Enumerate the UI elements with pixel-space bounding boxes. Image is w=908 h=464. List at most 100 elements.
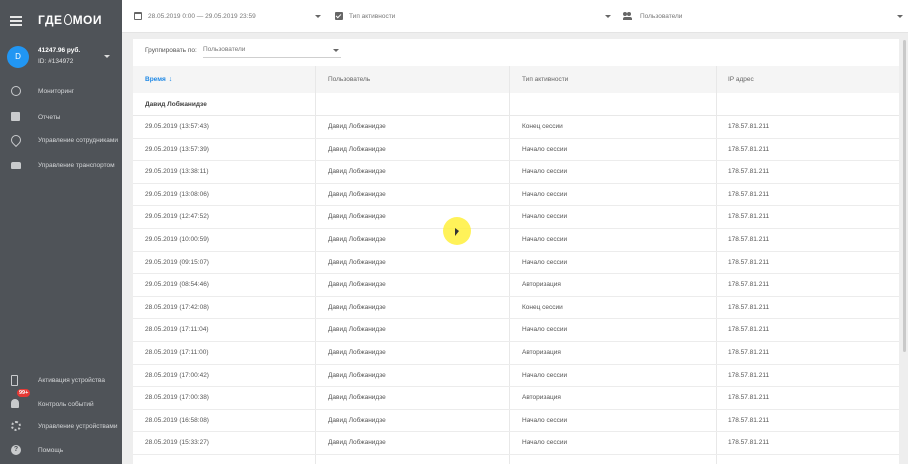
cell-activity-type: Конец сессии: [522, 303, 563, 311]
table-row[interactable]: 29.05.2019 (10:00:59) Давид Лобжанидзе Нач…: [133, 229, 899, 252]
date-range-value: 28.05.2019 0:00 — 29.05.2019 23:59: [148, 13, 256, 20]
sidebar-item-device-management[interactable]: Управление устройствами: [0, 417, 122, 437]
cell-ip: 178.57.81.211: [728, 281, 770, 289]
cell-time: 29.05.2019 (12:47:52): [145, 213, 209, 221]
grouping-select[interactable]: Пользователи: [203, 44, 341, 58]
calendar-icon: [134, 12, 142, 20]
scrollbar[interactable]: [903, 40, 906, 352]
car-icon: [11, 162, 21, 169]
sort-arrow-down-icon: ↓: [168, 76, 173, 83]
chevron-down-icon[interactable]: [104, 55, 110, 58]
table-row[interactable]: 29.05.2019 (12:47:52) Давид Лобжанидзе Нач…: [133, 206, 899, 229]
mouse-cursor-icon: [455, 228, 459, 236]
account-id: ID: #134972: [38, 58, 74, 65]
cell-time: 29.05.2019 (09:15:07): [145, 258, 209, 266]
cell-ip: 178.57.81.211: [728, 190, 770, 198]
cell-activity-type: Начало сессии: [522, 371, 568, 379]
cell-user: Давид Лобжанидзе: [328, 123, 386, 130]
table-header: Время ↓ Пользователь Тип активности IP ад…: [133, 66, 899, 93]
sidebar-item-device-activation[interactable]: Активация устройства: [0, 371, 122, 391]
table-row[interactable]: 29.05.2019 (13:57:39) Давид Лобжанидзе Нач…: [133, 139, 899, 162]
group-name: Давид Лобжанидзе: [145, 101, 207, 108]
cell-activity-type: Авторизация: [522, 348, 561, 356]
sidebar-item-label: Помощь: [38, 447, 64, 454]
cell-ip: 178.57.81.211: [728, 348, 770, 356]
hamburger-menu-icon[interactable]: [10, 16, 22, 26]
column-header-user[interactable]: Пользователь: [328, 76, 370, 83]
chevron-down-icon[interactable]: [897, 15, 903, 18]
chevron-down-icon[interactable]: [333, 49, 339, 52]
table-row[interactable]: 28.05.2019 (17:00:38) Давид Лобжанидзе Авт…: [133, 387, 899, 410]
table-row[interactable]: 28.05.2019 (17:42:08) Давид Лобжанидзе Кон…: [133, 297, 899, 320]
users-filter[interactable]: Пользователи: [623, 10, 903, 24]
cell-user: Давид Лобжанидзе: [328, 235, 386, 243]
table-row[interactable]: 28.05.2019 (17:11:00) Давид Лобжанидзе Авт…: [133, 342, 899, 365]
chevron-down-icon[interactable]: [605, 15, 611, 18]
users-value: Пользователи: [640, 13, 683, 20]
cell-activity-type: Конец сессии: [522, 123, 563, 130]
table-row[interactable]: 28.05.2019 (16:58:08) Давид Лобжанидзе Нач…: [133, 410, 899, 433]
sidebar-item-reports[interactable]: Отчеты: [0, 108, 122, 128]
cell-user: Давид Лобжанидзе: [328, 281, 386, 289]
cell-ip: 178.57.81.211: [728, 258, 770, 266]
table-row[interactable]: 29.05.2019 (13:38:11) Давид Лобжанидзе Нач…: [133, 161, 899, 184]
cell-time: 28.05.2019 (16:58:08): [145, 416, 209, 424]
cell-time: 29.05.2019 (10:00:59): [145, 235, 209, 243]
account-switcher[interactable]: D 41247.96 руб. ID: #134972: [0, 40, 122, 76]
cell-time: 28.05.2019 (17:11:00): [145, 348, 209, 356]
sidebar-item-label: Управление сотрудниками: [38, 137, 119, 144]
cell-user: Давид Лобжанидзе: [328, 416, 386, 424]
table-row[interactable]: 28.05.2019 (17:00:42) Давид Лобжанидзе Нач…: [133, 365, 899, 388]
cell-time: 28.05.2019 (17:00:42): [145, 371, 209, 379]
cell-ip: 178.57.81.211: [728, 303, 770, 311]
sidebar-item-help[interactable]: ? Помощь: [0, 441, 122, 461]
gear-icon: [11, 421, 21, 431]
column-header-activity-type[interactable]: Тип активности: [522, 76, 568, 83]
sidebar-item-transport[interactable]: Управление транспортом: [0, 156, 122, 182]
sidebar-item-label: Управление устройствами: [38, 423, 118, 430]
column-header-time[interactable]: Время ↓: [145, 76, 172, 83]
cell-user: Давид Лобжанидзе: [328, 394, 386, 402]
chevron-down-icon[interactable]: [315, 15, 321, 18]
sidebar-item-label: Активация устройства: [38, 377, 106, 384]
column-header-ip[interactable]: IP адрес: [728, 76, 754, 83]
help-icon: ?: [11, 445, 21, 455]
activity-type-filter[interactable]: Тип активности: [335, 10, 611, 24]
cell-ip: 178.57.81.211: [728, 439, 770, 447]
sidebar-item-event-control[interactable]: 99+ Контроль событий: [0, 389, 122, 415]
sidebar-item-label: Управление транспортом: [38, 162, 115, 169]
sidebar-item-employees[interactable]: Управление сотрудниками: [0, 131, 122, 157]
report-icon: [11, 112, 20, 121]
cell-user: Давид Лобжанидзе: [328, 371, 386, 379]
table-row[interactable]: 29.05.2019 (08:54:46) Давид Лобжанидзе Авт…: [133, 274, 899, 297]
app-logo[interactable]: ГДЕ МОИ: [38, 13, 102, 27]
logo-text-right: МОИ: [72, 13, 103, 27]
grouping-row: Группировать по: Пользователи: [133, 39, 899, 66]
sidebar-item-monitoring[interactable]: Мониторинг: [0, 82, 122, 102]
cell-ip: 178.57.81.211: [728, 371, 770, 379]
table-row[interactable]: 29.05.2019 (13:08:06) Давид Лобжанидзе Нач…: [133, 184, 899, 207]
sidebar: ГДЕ МОИ D 41247.96 руб. ID: #134972 Монит…: [0, 0, 122, 464]
cell-activity-type: Начало сессии: [522, 145, 568, 153]
table-row[interactable]: 28.05.2019 (15:33:27) Давид Лобжанидзе Нач…: [133, 432, 899, 455]
cell-activity-type: Начало сессии: [522, 168, 568, 176]
sidebar-item-label: Мониторинг: [38, 88, 75, 95]
table-row[interactable]: 28.05.2019 (17:11:04) Давид Лобжанидзе Нач…: [133, 319, 899, 342]
table-row[interactable]: 29.05.2019 (09:15:07) Давид Лобжанидзе Нач…: [133, 252, 899, 275]
column-header-label: Время: [145, 76, 166, 83]
group-header-row[interactable]: Давид Лобжанидзе: [133, 93, 899, 116]
cell-activity-type: Начало сессии: [522, 416, 568, 424]
checkbox-icon: [335, 12, 343, 20]
cell-ip: 178.57.81.211: [728, 416, 770, 424]
date-range-filter[interactable]: 28.05.2019 0:00 — 29.05.2019 23:59: [134, 10, 322, 24]
activity-type-value: Тип активности: [349, 13, 396, 20]
cell-user: Давид Лобжанидзе: [328, 326, 386, 334]
account-balance: 41247.96 руб.: [38, 47, 81, 54]
people-icon: [623, 12, 632, 20]
logo-text-left: ГДЕ: [38, 13, 63, 27]
cell-user: Давид Лобжанидзе: [328, 190, 386, 198]
cell-activity-type: Начало сессии: [522, 235, 568, 243]
table-body: 29.05.2019 (13:57:43) Давид Лобжанидзе Кон…: [133, 116, 899, 455]
table-row[interactable]: 29.05.2019 (13:57:43) Давид Лобжанидзе Кон…: [133, 116, 899, 139]
cell-ip: 178.57.81.211: [728, 123, 770, 130]
